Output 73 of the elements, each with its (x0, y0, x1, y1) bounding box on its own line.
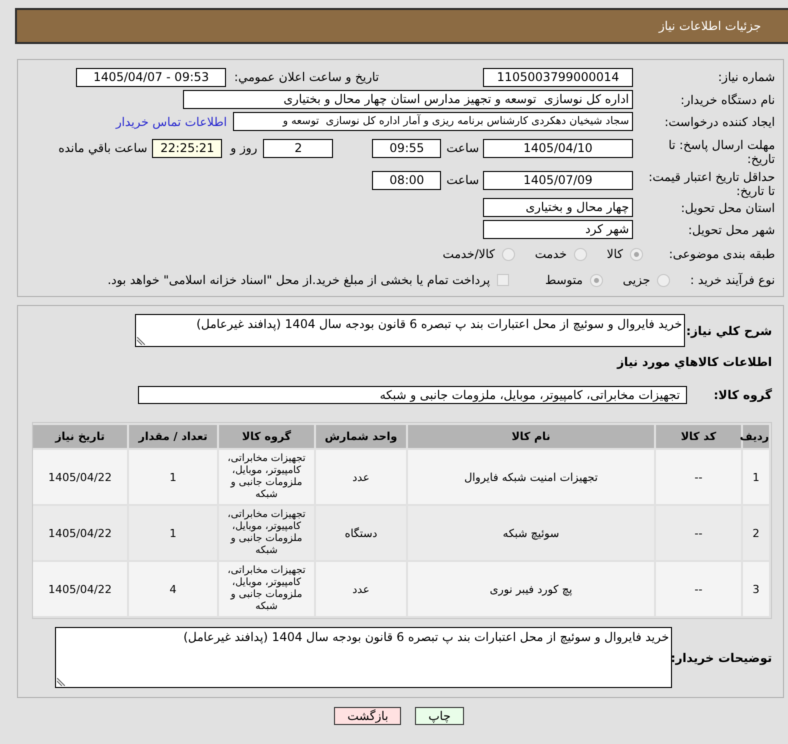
radio-label: جزیی (622, 273, 650, 287)
field-label: روز و (230, 141, 258, 155)
column-header: تاریخ نیاز (33, 425, 127, 448)
radio-label: کالا (606, 247, 623, 261)
table-cell: 1405/04/22 (33, 450, 127, 504)
resize-grip-icon[interactable] (57, 678, 65, 686)
table-cell: سوئیچ شبکه (408, 506, 654, 560)
radio-label: کالا/خدمت (442, 247, 495, 261)
text-field[interactable]: اداره کل نوسازی توسعه و تجهیز مدارس استان چهار محال و بختیاری (183, 90, 633, 109)
field-label: ساعت (446, 141, 479, 155)
column-header: واحد شمارش (316, 425, 406, 448)
field-label: نام دستگاه خریدار: (680, 92, 775, 106)
text-field[interactable]: 1405/07/09 (483, 171, 633, 190)
table-cell: 1 (743, 450, 769, 504)
table-cell: -- (656, 562, 741, 616)
text-field[interactable]: 08:00 (372, 171, 442, 190)
text-field[interactable]: 1405/04/07 - 09:53 (76, 68, 226, 86)
field-label: نوع فرآیند خرید : (690, 273, 775, 287)
text-field[interactable]: 22:25:21 (152, 139, 222, 158)
table-cell: تجهیزات مخابراتی، کامپیوتر، موبایل، ملزومات جانبی و شبکه (219, 562, 314, 616)
column-header: گروه کالا (219, 425, 314, 448)
text-field[interactable]: 09:55 (372, 139, 442, 158)
column-header: کد کالا (656, 425, 741, 448)
table-cell: 1 (129, 450, 217, 504)
field-label: گروه کالا: (714, 388, 772, 402)
column-header: تعداد / مقدار (129, 425, 217, 448)
field-label: شرح کلي نیاز: (686, 324, 772, 338)
table-cell: تجهیزات مخابراتی، کامپیوتر، موبایل، ملزومات جانبی و شبکه (219, 450, 314, 504)
field-label: مهلت ارسال پاسخ: تا تاریخ: (667, 138, 775, 166)
radio-label: متوسط (545, 273, 583, 287)
text-field[interactable]: سجاد شیخیان دهکردی کارشناس برنامه ریزی و آمار اداره کل نوسازی توسعه و (233, 112, 633, 131)
text-field[interactable]: 1405/04/10 (483, 139, 633, 158)
radio-label: خدمت (534, 247, 567, 261)
field-label: شماره نیاز: (718, 70, 775, 84)
text-field[interactable]: تجهیزات مخابراتی، کامپیوتر، موبایل، ملزومات جانبی و شبکه (138, 386, 687, 404)
field-label: حداقل تاریخ اعتبار قیمت: تا تاریخ: (647, 170, 775, 198)
table-cell: تجهیزات مخابراتی، کامپیوتر، موبایل، ملزومات جانبی و شبکه (219, 506, 314, 560)
checkbox-label: پرداخت تمام یا بخشی از مبلغ خرید.از محل "اسناد خزانه اسلامی" خواهد بود. (107, 273, 490, 287)
field-label: ایجاد کننده درخواست: (664, 114, 775, 128)
field-label: ساعت باقي مانده (58, 141, 148, 155)
field-label: استان محل تحویل: (680, 200, 775, 214)
field-label: طبقه بندی موضوعی: (668, 247, 775, 261)
resize-grip-icon[interactable] (137, 337, 145, 345)
table-cell: پچ کورد فیبر نوری (408, 562, 654, 616)
text-field[interactable]: 1105003799000014 (483, 68, 633, 86)
table-cell: 3 (743, 562, 769, 616)
field-label: توضیحات خریدار: (670, 650, 772, 664)
text-field[interactable]: چهار محال و بختیاری (483, 198, 633, 217)
table-cell: 4 (129, 562, 217, 616)
text-field[interactable]: شهر کرد (483, 220, 633, 239)
column-header: نام کالا (408, 425, 654, 448)
table-cell: 1 (129, 506, 217, 560)
text-area[interactable]: خرید فایروال و سوئیچ از محل اعتبارات بند پ تبصره 6 قانون بودجه سال 1404 (پدافند غیرعامل) (55, 627, 672, 688)
buyer-contact-link[interactable]: اطلاعات تماس خریدار (116, 114, 227, 128)
table-cell: 2 (743, 506, 769, 560)
section-heading: اطلاعات کالاهاي مورد نیاز (617, 355, 772, 369)
field-label: ساعت (446, 173, 479, 187)
page-title: جزئیات اطلاعات نیاز (658, 19, 761, 33)
column-header: ردیف (743, 425, 769, 448)
table-cell: عدد (316, 562, 406, 616)
table-cell: تجهیزات امنیت شبکه فایروال (408, 450, 654, 504)
text-area[interactable]: خرید فایروال و سوئیچ از محل اعتبارات بند پ تبصره 6 قانون بودجه سال 1404 (پدافند غیرعامل) (135, 314, 685, 347)
back-button[interactable]: بازگشت (334, 707, 402, 725)
table-cell: 1405/04/22 (33, 562, 127, 616)
table-cell: -- (656, 450, 741, 504)
table-cell: 1405/04/22 (33, 506, 127, 560)
text-field[interactable]: 2 (263, 139, 334, 158)
table-cell: دستگاه (316, 506, 406, 560)
table-cell: عدد (316, 450, 406, 504)
print-button[interactable]: چاپ (415, 707, 464, 725)
field-label: شهر محل تحویل: (688, 222, 775, 236)
field-label: تاریخ و ساعت اعلان عمومي: (234, 70, 379, 84)
table-cell: -- (656, 506, 741, 560)
